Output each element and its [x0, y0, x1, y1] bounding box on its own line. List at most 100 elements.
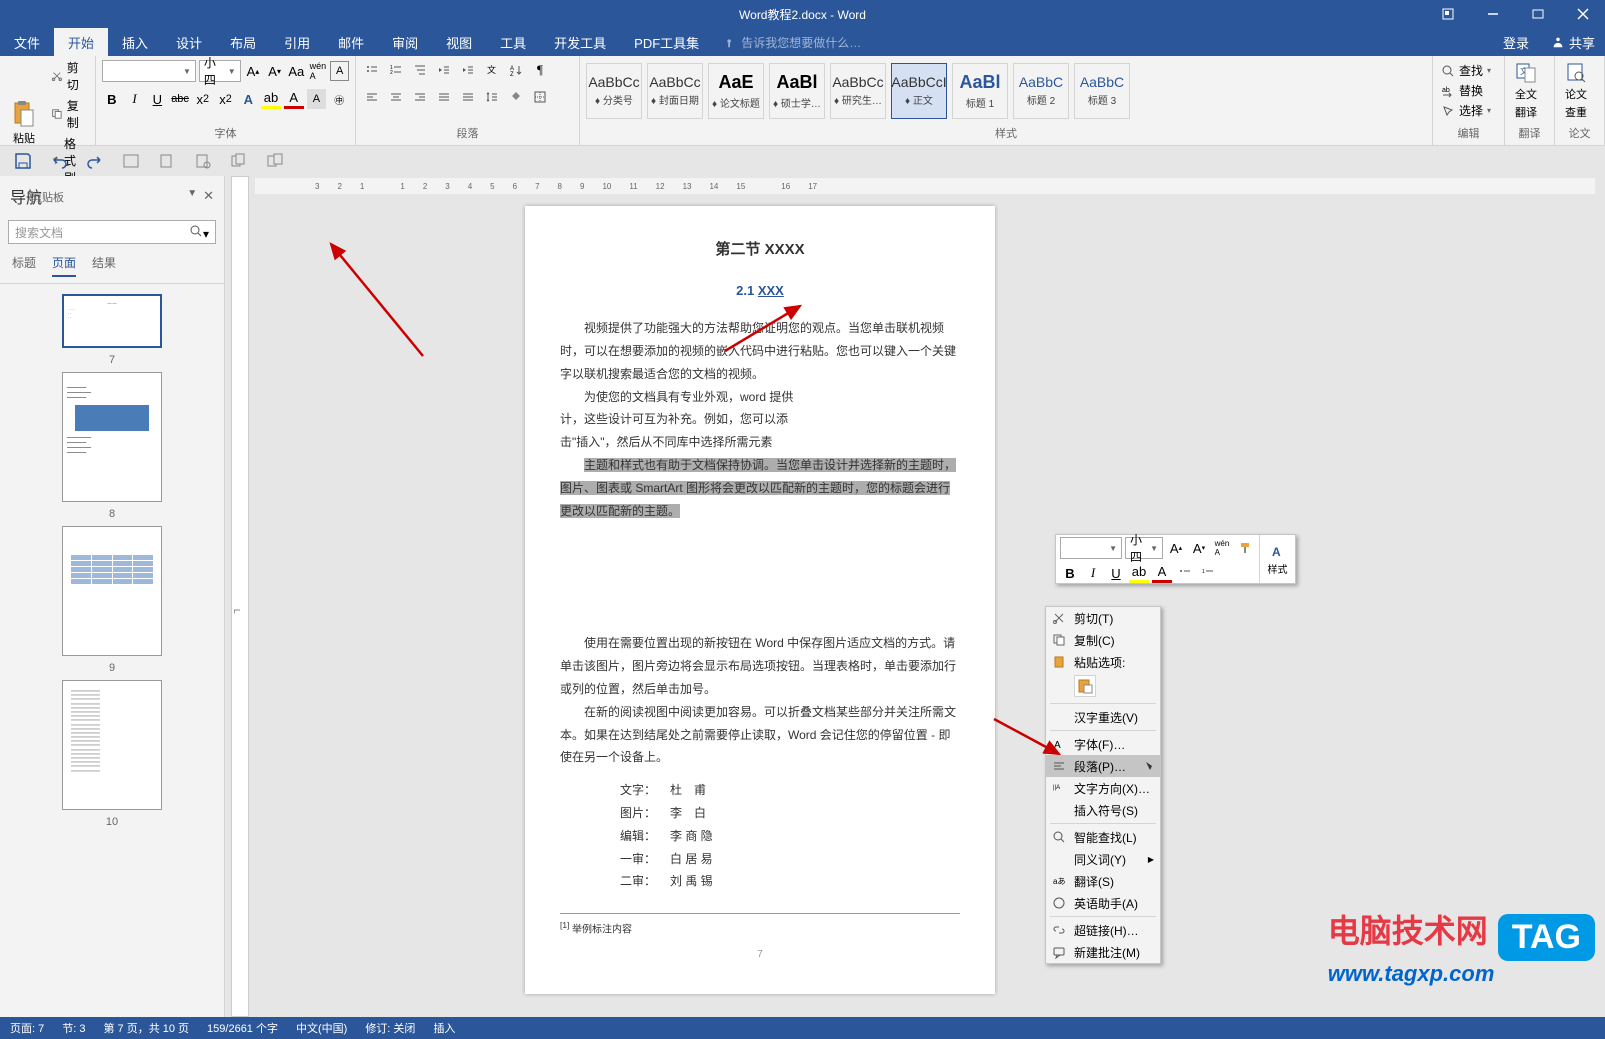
increase-indent-button[interactable] — [458, 60, 478, 80]
nav-tab-headings[interactable]: 标题 — [12, 254, 36, 277]
cm-paragraph[interactable]: 段落(P)… — [1046, 755, 1160, 777]
cm-synonyms[interactable]: 同义词(Y)▶ — [1046, 848, 1160, 870]
nav-search-input[interactable]: 搜索文档 ▾ — [8, 220, 216, 244]
mini-underline[interactable]: U — [1106, 563, 1126, 583]
paste-button[interactable]: 粘贴 — [4, 96, 44, 150]
phonetic-guide-button[interactable]: wénA — [309, 61, 328, 81]
mini-font-color[interactable]: A — [1152, 563, 1172, 583]
document-area[interactable]: L 3211234567891011121314151617 第二节 XXXX … — [225, 176, 1605, 1017]
subscript-button[interactable]: x2 — [193, 89, 213, 109]
cm-insert-symbol[interactable]: 插入符号(S) — [1046, 799, 1160, 821]
mini-grow-font[interactable]: A▴ — [1166, 538, 1186, 558]
italic-button[interactable]: I — [125, 89, 145, 109]
font-size-input[interactable]: 小四▼ — [199, 60, 241, 82]
cm-cut[interactable]: 剪切(T) — [1046, 607, 1160, 629]
nav-close-icon[interactable]: ✕ — [203, 188, 214, 204]
line-spacing-button[interactable] — [482, 87, 502, 107]
full-translate-button[interactable]: 文 全文翻译 — [1509, 62, 1543, 120]
style-item[interactable]: AaBbCc♦ 分类号 — [586, 63, 642, 119]
qat-icon[interactable] — [122, 152, 140, 170]
menu-design[interactable]: 设计 — [162, 28, 216, 56]
style-item[interactable]: AaBbCc♦ 封面日期 — [647, 63, 703, 119]
cm-translate[interactable]: aあ翻译(S) — [1046, 870, 1160, 892]
borders-button[interactable] — [530, 87, 550, 107]
style-item[interactable]: AaBl标题 1 — [952, 63, 1008, 119]
minimize-icon[interactable] — [1470, 0, 1515, 28]
qat-icon[interactable] — [194, 152, 212, 170]
cm-english-assistant[interactable]: 英语助手(A) — [1046, 892, 1160, 914]
cm-font[interactable]: A字体(F)… — [1046, 733, 1160, 755]
highlight-button[interactable]: ab — [261, 89, 281, 109]
asian-layout-button[interactable]: 文 — [482, 60, 502, 80]
status-page[interactable]: 页面: 7 — [10, 1020, 44, 1036]
align-left-button[interactable] — [362, 87, 382, 107]
align-center-button[interactable] — [386, 87, 406, 107]
status-lang[interactable]: 中文(中国) — [296, 1020, 347, 1036]
sort-button[interactable]: AZ — [506, 60, 526, 80]
multilevel-list-button[interactable] — [410, 60, 430, 80]
menu-view[interactable]: 视图 — [432, 28, 486, 56]
bullets-button[interactable] — [362, 60, 382, 80]
mini-italic[interactable]: I — [1083, 563, 1103, 583]
status-words[interactable]: 159/2661 个字 — [207, 1020, 278, 1036]
login-button[interactable]: 登录 — [1491, 33, 1541, 52]
tell-me-search[interactable]: 告诉我您想要做什么… — [713, 28, 871, 56]
shrink-font-button[interactable]: A▾ — [265, 61, 284, 81]
cm-hanzi[interactable]: 汉字重选(V) — [1046, 706, 1160, 728]
style-item[interactable]: AaBbCc♦ 研究生… — [830, 63, 886, 119]
cm-copy[interactable]: 复制(C) — [1046, 629, 1160, 651]
mini-font-name[interactable]: ▼ — [1060, 537, 1122, 559]
share-button[interactable]: 共享 — [1541, 33, 1605, 52]
mini-phonetic[interactable]: wénA — [1212, 538, 1232, 558]
document-page[interactable]: 第二节 XXXX 2.1 XXX 视频提供了功能强大的方法帮助您证明您的观点。当… — [525, 206, 995, 994]
page-thumbnail[interactable]: ━━━━━━━━━━━━━━━━━━━━━━━━━━━━━━━━━━━━━━━━… — [62, 372, 162, 502]
enclose-char-button[interactable]: ㊥ — [329, 89, 349, 109]
mini-numbering[interactable]: 1 — [1198, 563, 1218, 583]
close-icon[interactable] — [1560, 0, 1605, 28]
undo-icon[interactable] — [50, 152, 68, 170]
change-case-button[interactable]: Aa — [287, 61, 306, 81]
underline-button[interactable]: U — [147, 89, 167, 109]
menu-file[interactable]: 文件 — [0, 28, 54, 56]
page-thumbnail[interactable] — [62, 526, 162, 656]
numbering-button[interactable]: 12 — [386, 60, 406, 80]
grow-font-button[interactable]: A▴ — [244, 61, 263, 81]
style-item[interactable]: AaBbCcI♦ 正文 — [891, 63, 947, 119]
menu-developer[interactable]: 开发工具 — [540, 28, 620, 56]
page-thumbnail[interactable]: ━━━━━━━━━━━━━━━━━━━━━━━━━━━━━━━━━━━━━━━━… — [62, 680, 162, 810]
mini-shrink-font[interactable]: A▾ — [1189, 538, 1209, 558]
show-marks-button[interactable]: ¶ — [530, 60, 550, 80]
strikethrough-button[interactable]: abc — [170, 89, 190, 109]
decrease-indent-button[interactable] — [434, 60, 454, 80]
shading-button[interactable] — [506, 87, 526, 107]
style-item[interactable]: AaBl♦ 硕士学… — [769, 63, 825, 119]
style-gallery[interactable]: AaBbCc♦ 分类号AaBbCc♦ 封面日期AaE♦ 论文标题AaBl♦ 硕士… — [584, 58, 1428, 123]
menu-pdf[interactable]: PDF工具集 — [620, 28, 713, 56]
menu-references[interactable]: 引用 — [270, 28, 324, 56]
status-insert[interactable]: 插入 — [433, 1020, 455, 1036]
mini-bullets[interactable] — [1175, 563, 1195, 583]
bold-button[interactable]: B — [102, 89, 122, 109]
cm-smart-lookup[interactable]: 智能查找(L) — [1046, 826, 1160, 848]
cut-button[interactable]: 剪切 — [47, 58, 91, 94]
mini-bold[interactable]: B — [1060, 563, 1080, 583]
mini-font-size[interactable]: 小四▼ — [1125, 537, 1163, 559]
status-track[interactable]: 修订: 关闭 — [365, 1020, 415, 1036]
align-right-button[interactable] — [410, 87, 430, 107]
qat-icon[interactable] — [230, 152, 248, 170]
mini-format-painter[interactable] — [1235, 538, 1255, 558]
nav-tab-results[interactable]: 结果 — [92, 254, 116, 277]
maximize-icon[interactable] — [1515, 0, 1560, 28]
cm-paste-keep-source[interactable] — [1074, 675, 1096, 697]
copy-button[interactable]: 复制 — [47, 96, 91, 132]
style-item[interactable]: AaE♦ 论文标题 — [708, 63, 764, 119]
thesis-check-button[interactable]: 论文查重 — [1559, 62, 1593, 120]
char-shading-button[interactable]: A — [307, 89, 327, 109]
find-button[interactable]: 查找▾ — [1441, 62, 1491, 79]
menu-layout[interactable]: 布局 — [216, 28, 270, 56]
justify-button[interactable] — [434, 87, 454, 107]
text-effects-button[interactable]: A — [238, 89, 258, 109]
superscript-button[interactable]: x2 — [216, 89, 236, 109]
char-border-button[interactable]: A — [330, 61, 349, 81]
replace-button[interactable]: ab替换 — [1441, 82, 1491, 99]
